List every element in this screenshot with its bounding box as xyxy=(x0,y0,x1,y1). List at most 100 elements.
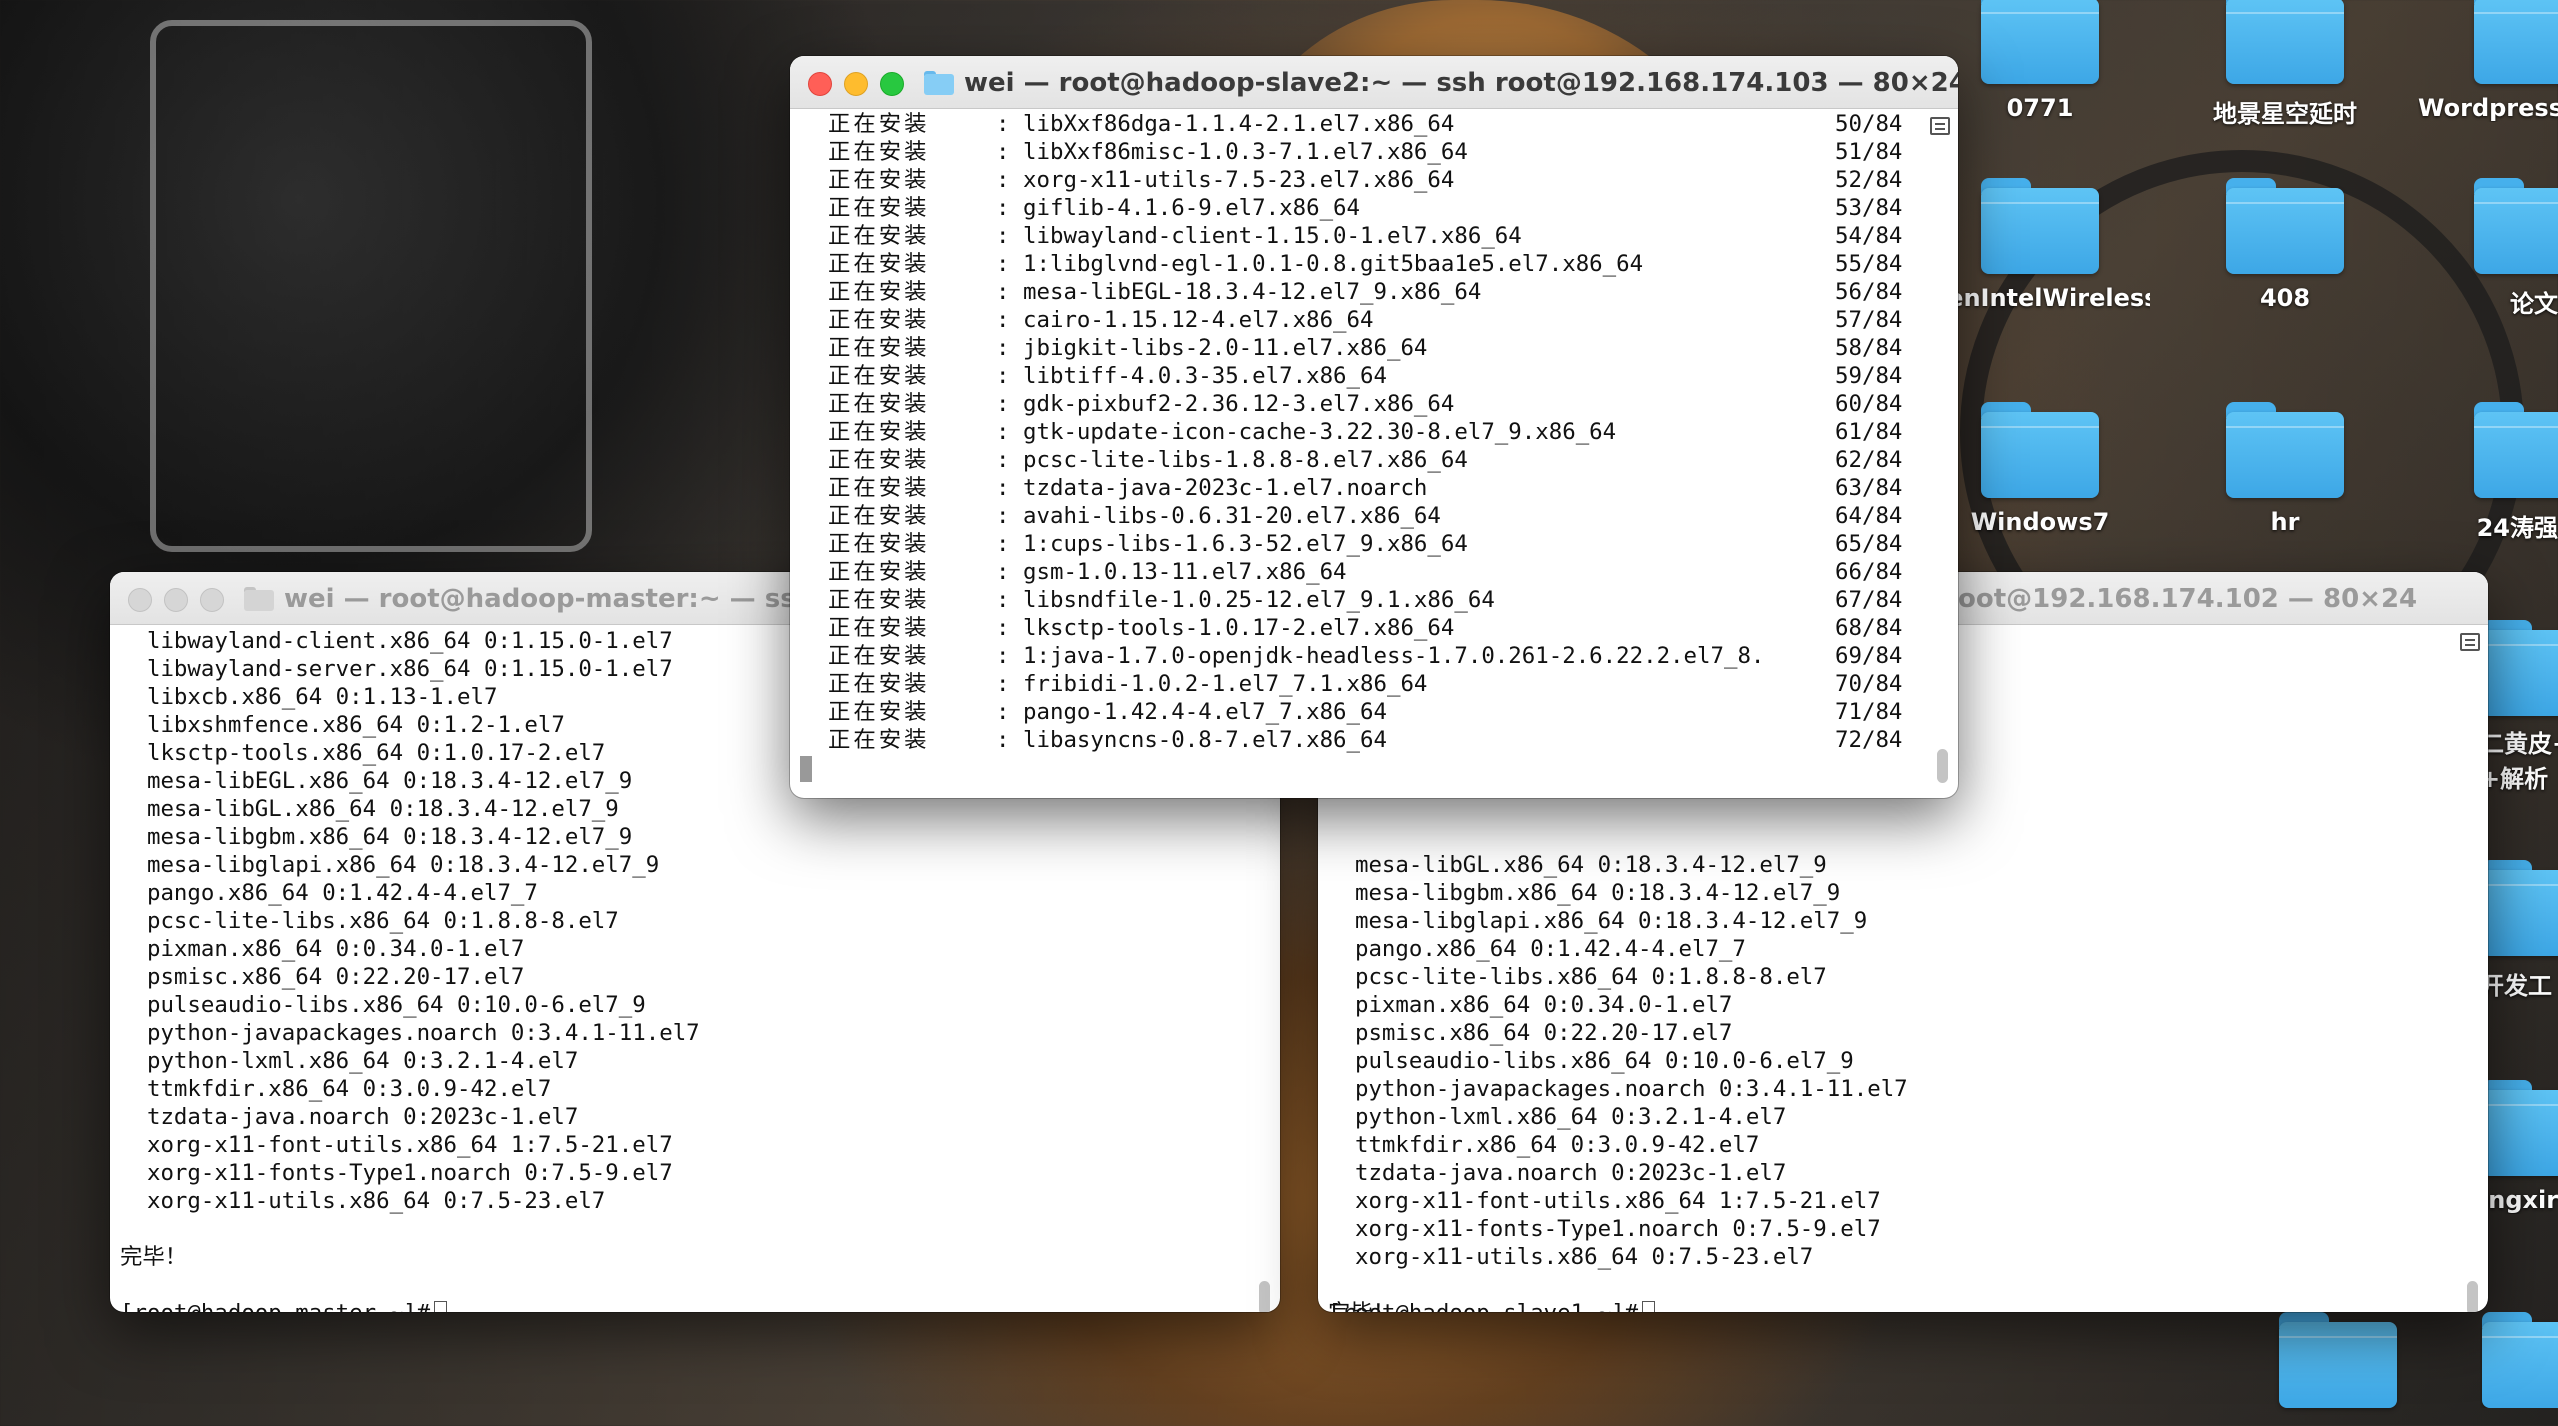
maximize-button[interactable] xyxy=(880,72,904,96)
output-lines: mesa-libGL.x86_64 0:18.3.4-12.el7_9 mesa… xyxy=(1328,851,2458,1312)
terminal-output[interactable]: 正在安装: libXxf86dga-1.1.4-2.1.el7.x86_64 50/… xyxy=(790,109,1958,798)
folder-icon xyxy=(2482,1312,2558,1408)
desktop-folder-label: Wordpress- xyxy=(2418,94,2558,122)
desktop-folder-timelapse[interactable]: 地景星空延时 xyxy=(2175,0,2395,129)
scrollbar-thumb[interactable] xyxy=(1259,1281,1270,1312)
desktop-folder-label: ingxir xyxy=(2480,1186,2558,1214)
output-line: pango.x86_64 0:1.42.4-4.el7_7 xyxy=(120,880,538,906)
install-count: 59/84 xyxy=(1835,363,1903,389)
package-name: pango-1.42.4-4.el7_7.x86_64 xyxy=(1023,699,1387,725)
install-action: 正在安装 xyxy=(828,111,930,137)
install-action: 正在安装 xyxy=(828,615,930,641)
install-row: 正在安装: lksctp-tools-1.0.17-2.el7.x86_64 68/… xyxy=(790,614,1928,642)
terminal-window-slave2[interactable]: wei — root@hadoop-slave2:~ — ssh root@19… xyxy=(790,56,1958,798)
output-line: mesa-libglapi.x86_64 0:18.3.4-12.el7_9 xyxy=(120,852,660,878)
shell-prompt-line[interactable]: [root@hadoop-slave1 ~]# xyxy=(1328,1299,1656,1312)
row-separator: : xyxy=(996,335,1010,361)
output-line: ttmkfdir.x86_64 0:3.0.9-42.el7 xyxy=(1328,1132,1760,1158)
shell-prompt-line[interactable]: [root@hadoop-master ~]# xyxy=(120,1299,448,1312)
output-line: xorg-x11-utils.x86_64 0:7.5-23.el7 xyxy=(120,1188,606,1214)
minimize-button[interactable] xyxy=(844,72,868,96)
install-row: 正在安装:1:cups-libs-1.6.3-52.el7_9.x86_64 65… xyxy=(790,530,1928,558)
close-button[interactable] xyxy=(128,588,152,612)
desktop-folder-0771[interactable]: 0771 xyxy=(1930,0,2150,122)
output-line: python-javapackages.noarch 0:3.4.1-11.el… xyxy=(120,1020,700,1046)
row-separator: : xyxy=(996,531,1010,557)
titlebar[interactable]: wei — root@hadoop-slave2:~ — ssh root@19… xyxy=(790,56,1958,109)
text-cursor xyxy=(800,755,812,782)
text-cursor xyxy=(1642,1300,1656,1312)
package-name: libtiff-4.0.3-35.el7.x86_64 xyxy=(1023,363,1387,389)
row-separator: : xyxy=(996,167,1010,193)
folder-icon xyxy=(1981,402,2099,498)
install-action: 正在安装 xyxy=(828,699,930,725)
document-icon[interactable] xyxy=(2460,633,2480,651)
output-line: python-lxml.x86_64 0:3.2.1-4.el7 xyxy=(1328,1104,1787,1130)
document-icon[interactable] xyxy=(1930,117,1950,135)
install-row: 正在安装:1:java-1.7.0-openjdk-headless-1.7.0… xyxy=(790,642,1928,670)
install-count: 55/84 xyxy=(1835,251,1903,277)
install-row: 正在安装: libXxf86misc-1.0.3-7.1.el7.x86_64 51… xyxy=(790,138,1928,166)
install-row: 正在安装: libasyncns-0.8-7.el7.x86_64 72/84 xyxy=(790,726,1928,754)
install-row: 正在安装: libtiff-4.0.3-35.el7.x86_64 59/84 xyxy=(790,362,1928,390)
package-name: libXxf86dga-1.1.4-2.1.el7.x86_64 xyxy=(1023,111,1455,137)
install-count: 52/84 xyxy=(1835,167,1903,193)
install-count: 54/84 xyxy=(1835,223,1903,249)
desktop-folder-hr[interactable]: hr xyxy=(2175,402,2395,536)
install-action: 正在安装 xyxy=(828,363,930,389)
desktop-folder-label: penIntelWireless xyxy=(1930,284,2150,312)
output-line: psmisc.x86_64 0:22.20-17.el7 xyxy=(120,964,525,990)
scrollbar-thumb[interactable] xyxy=(1937,749,1948,783)
install-row: 正在安装: mesa-libEGL-18.3.4-12.el7_9.x86_64 5… xyxy=(790,278,1928,306)
maximize-button[interactable] xyxy=(200,588,224,612)
row-separator: : xyxy=(996,251,1010,277)
text-cursor xyxy=(434,1300,448,1312)
desktop-folder-papers[interactable]: 论文 xyxy=(2418,178,2558,319)
install-row: 正在安装: jbigkit-libs-2.0-11.el7.x86_64 58/84 xyxy=(790,334,1928,362)
install-action: 正在安装 xyxy=(828,531,930,557)
package-name: lksctp-tools-1.0.17-2.el7.x86_64 xyxy=(1023,615,1455,641)
desktop-folder-windows7[interactable]: Windows7 xyxy=(1930,402,2150,536)
install-action: 正在安装 xyxy=(828,671,930,697)
package-name: cairo-1.15.12-4.el7.x86_64 xyxy=(1023,307,1374,333)
install-count: 72/84 xyxy=(1835,727,1903,753)
row-separator: : xyxy=(996,391,1010,417)
install-count: 63/84 xyxy=(1835,475,1903,501)
shell-prompt: [root@hadoop-slave1 ~]# xyxy=(1328,1300,1638,1312)
desktop-folder-openintelwireless[interactable]: penIntelWireless xyxy=(1930,178,2150,312)
folder-icon xyxy=(2474,402,2558,498)
install-count: 65/84 xyxy=(1835,531,1903,557)
minimize-button[interactable] xyxy=(164,588,188,612)
desktop-folder-label: 二黄皮+ xyxy=(2480,730,2558,758)
desktop-folder-partial-1[interactable]: 二黄皮+ +解析 xyxy=(2480,620,2558,794)
output-line: pulseaudio-libs.x86_64 0:10.0-6.el7_9 xyxy=(1328,1048,1854,1074)
desktop-folder-wordpress[interactable]: Wordpress- xyxy=(2418,0,2558,122)
install-count: 66/84 xyxy=(1835,559,1903,585)
desktop-folder-partial-2[interactable]: 开发工 xyxy=(2480,860,2558,1001)
install-action: 正在安装 xyxy=(828,419,930,445)
output-line: pulseaudio-libs.x86_64 0:10.0-6.el7_9 xyxy=(120,992,646,1018)
install-action: 正在安装 xyxy=(828,307,930,333)
package-name: 1:java-1.7.0-openjdk-headless-1.7.0.261-… xyxy=(1023,643,1765,669)
row-separator: : xyxy=(996,363,1010,389)
desktop-folder-bottom-2[interactable] xyxy=(2480,1312,2558,1408)
desktop-folder-partial-3[interactable]: ingxir xyxy=(2480,1080,2558,1214)
output-line: pcsc-lite-libs.x86_64 0:1.8.8-8.el7 xyxy=(120,908,619,934)
desktop-folder-bottom-1[interactable] xyxy=(2228,1312,2448,1408)
row-separator: : xyxy=(996,419,1010,445)
desktop-folder-408[interactable]: 408 xyxy=(2175,178,2395,312)
install-count: 67/84 xyxy=(1835,587,1903,613)
desktop-folder-24[interactable]: 24涛强 xyxy=(2418,402,2558,543)
install-row: 正在安装: giflib-4.1.6-9.el7.x86_64 53/84 xyxy=(790,194,1928,222)
row-separator: : xyxy=(996,671,1010,697)
package-name: gsm-1.0.13-11.el7.x86_64 xyxy=(1023,559,1347,585)
package-name: pcsc-lite-libs-1.8.8-8.el7.x86_64 xyxy=(1023,447,1468,473)
close-button[interactable] xyxy=(808,72,832,96)
install-count: 61/84 xyxy=(1835,419,1903,445)
install-action: 正在安装 xyxy=(828,195,930,221)
install-row: 正在安装: gsm-1.0.13-11.el7.x86_64 66/84 xyxy=(790,558,1928,586)
install-row: 正在安装:1:libglvnd-egl-1.0.1-0.8.git5baa1e5… xyxy=(790,250,1928,278)
install-row: 正在安装: xorg-x11-utils-7.5-23.el7.x86_64 52/… xyxy=(790,166,1928,194)
scrollbar-thumb[interactable] xyxy=(2467,1281,2478,1312)
output-line: xorg-x11-utils.x86_64 0:7.5-23.el7 xyxy=(1328,1244,1814,1270)
